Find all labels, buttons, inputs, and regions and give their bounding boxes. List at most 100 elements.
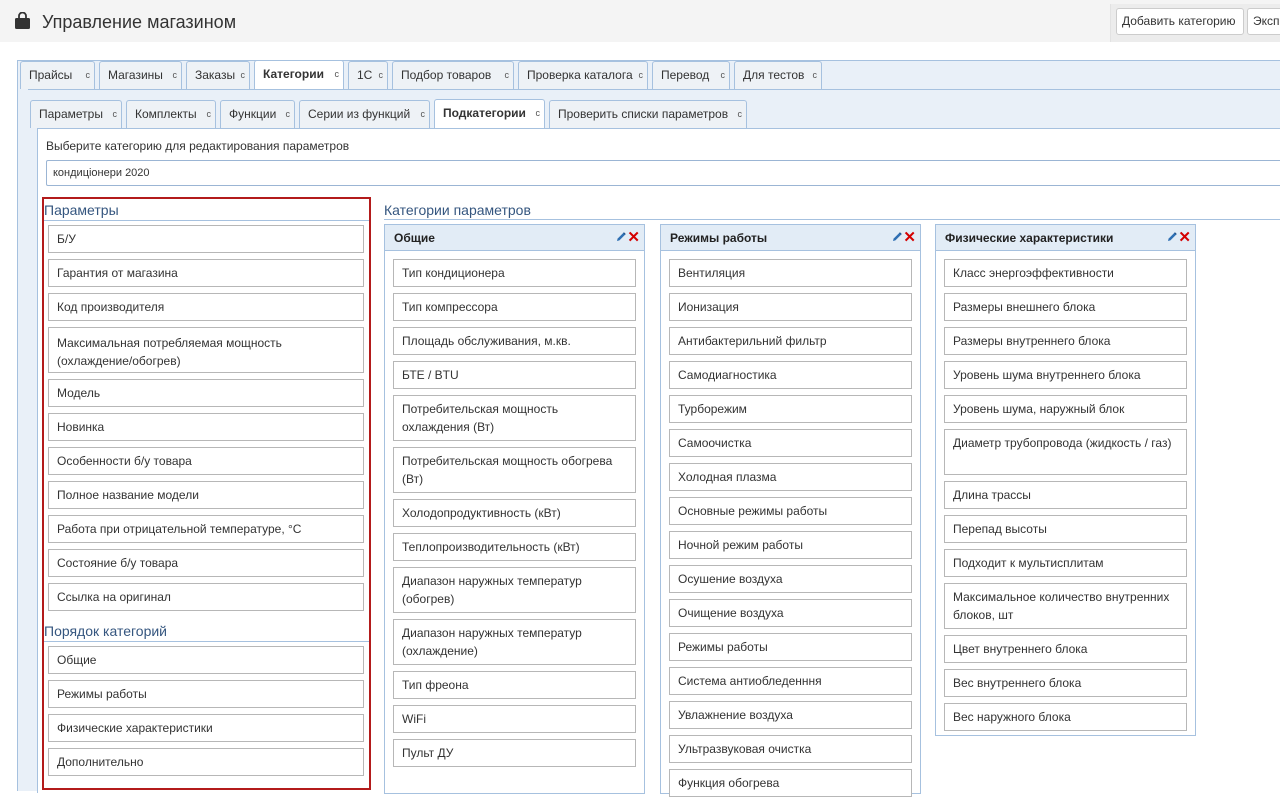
parameter-item[interactable]: Особенности б/у товара <box>48 447 364 475</box>
category-parameter-item[interactable]: Очищение воздуха <box>669 599 912 627</box>
refresh-icon[interactable]: c <box>639 62 644 88</box>
refresh-icon[interactable]: c <box>813 62 818 88</box>
sub-tab-параметры[interactable]: Параметры c <box>30 100 122 128</box>
category-parameter-item[interactable]: Основные режимы работы <box>669 497 912 525</box>
main-tab-1c[interactable]: 1C c <box>348 61 388 89</box>
category-parameter-item[interactable]: Диапазон наружных температур (обогрев) <box>393 567 636 613</box>
category-parameter-item[interactable]: Тип фреона <box>393 671 636 699</box>
refresh-icon[interactable]: c <box>421 101 426 127</box>
category-parameter-item[interactable]: Класс энергоэффективности <box>944 259 1187 287</box>
refresh-icon[interactable]: c <box>113 101 118 127</box>
main-tab-label: Перевод <box>661 68 710 82</box>
sub-tab-проверить-списки-параметров[interactable]: Проверить списки параметров c <box>549 100 747 128</box>
category-parameter-item[interactable]: Вес внутреннего блока <box>944 669 1187 697</box>
sub-tab-подкатегории[interactable]: Подкатегории c <box>434 99 545 129</box>
category-parameter-item[interactable]: Вентиляция <box>669 259 912 287</box>
category-parameter-item[interactable]: Потребительская мощность обогрева (Вт) <box>393 447 636 493</box>
parameter-item[interactable]: Б/У <box>48 225 364 253</box>
category-parameter-item[interactable]: Ночной режим работы <box>669 531 912 559</box>
parameter-item[interactable]: Новинка <box>48 413 364 441</box>
category-parameter-item[interactable]: Ионизация <box>669 293 912 321</box>
category-parameter-item[interactable]: Осушение воздуха <box>669 565 912 593</box>
sub-tab-серии-из-функций[interactable]: Серии из функций c <box>299 100 430 128</box>
category-parameter-item[interactable]: Ультразвуковая очистка <box>669 735 912 763</box>
category-parameter-item[interactable]: Теплопроизводительность (кВт) <box>393 533 636 561</box>
edit-pencil-icon[interactable] <box>1166 231 1178 243</box>
refresh-icon[interactable]: c <box>241 62 246 88</box>
category-parameter-item[interactable]: Уровень шума, наружный блок <box>944 395 1187 423</box>
category-parameter-item[interactable]: Площадь обслуживания, м.кв. <box>393 327 636 355</box>
parameter-item[interactable]: Работа при отрицательной температуре, °C <box>48 515 364 543</box>
category-parameter-item[interactable]: Размеры внешнего блока <box>944 293 1187 321</box>
main-tab-перевод[interactable]: Перевод c <box>652 61 730 89</box>
category-order-item[interactable]: Физические характеристики <box>48 714 364 742</box>
category-parameter-item[interactable]: Самоочистка <box>669 429 912 457</box>
main-tab-проверка-каталога[interactable]: Проверка каталога c <box>518 61 648 89</box>
refresh-icon[interactable]: c <box>286 101 291 127</box>
category-order-item[interactable]: Дополнительно <box>48 748 364 776</box>
edit-pencil-icon[interactable] <box>615 231 627 243</box>
category-parameter-item[interactable]: Турборежим <box>669 395 912 423</box>
delete-x-icon[interactable]: ✕ <box>903 225 916 251</box>
main-tab-магазины[interactable]: Магазины c <box>99 61 182 89</box>
category-parameter-item[interactable]: Уровень шума внутреннего блока <box>944 361 1187 389</box>
category-order-item[interactable]: Общие <box>48 646 364 674</box>
edit-pencil-icon[interactable] <box>891 231 903 243</box>
category-parameter-item[interactable]: Холодная плазма <box>669 463 912 491</box>
category-parameter-item[interactable]: Максимальное количество внутренних блоко… <box>944 583 1187 629</box>
delete-x-icon[interactable]: ✕ <box>627 225 640 251</box>
refresh-icon[interactable]: c <box>738 101 743 127</box>
category-parameter-item[interactable]: Длина трассы <box>944 481 1187 509</box>
sub-tab-label: Серии из функций <box>308 107 411 121</box>
parameter-item[interactable]: Полное название модели <box>48 481 364 509</box>
category-parameter-item[interactable]: Увлажнение воздуха <box>669 701 912 729</box>
refresh-icon[interactable]: c <box>505 62 510 88</box>
category-parameter-item[interactable]: Тип компрессора <box>393 293 636 321</box>
category-select[interactable]: кондиціонери 2020 <box>46 160 1280 186</box>
export-button[interactable]: Экспорт <box>1247 8 1280 35</box>
parameter-item[interactable]: Ссылка на оригинал <box>48 583 364 611</box>
category-parameter-item[interactable]: Система антиобледенння <box>669 667 912 695</box>
category-parameter-item[interactable]: Пульт ДУ <box>393 739 636 767</box>
refresh-icon[interactable]: c <box>536 100 541 126</box>
category-parameter-item[interactable]: WiFi <box>393 705 636 733</box>
category-column-title: Режимы работы <box>670 231 768 245</box>
category-parameter-item[interactable]: Холодопродуктивность (кВт) <box>393 499 636 527</box>
refresh-icon[interactable]: c <box>379 62 384 88</box>
sub-tab-label: Параметры <box>39 107 103 121</box>
main-tab-подбор-товаров[interactable]: Подбор товаров c <box>392 61 514 89</box>
category-parameter-item[interactable]: Диапазон наружных температур (охлаждение… <box>393 619 636 665</box>
sub-tab-комплекты[interactable]: Комплекты c <box>126 100 216 128</box>
parameter-item[interactable]: Состояние б/у товара <box>48 549 364 577</box>
refresh-icon[interactable]: c <box>335 61 340 87</box>
parameter-item[interactable]: Максимальная потребляемая мощность (охла… <box>48 327 364 373</box>
main-tab-заказы[interactable]: Заказы c <box>186 61 250 89</box>
refresh-icon[interactable]: c <box>721 62 726 88</box>
category-parameter-item[interactable]: Размеры внутреннего блока <box>944 327 1187 355</box>
category-parameter-item[interactable]: Подходит к мультисплитам <box>944 549 1187 577</box>
category-parameter-item[interactable]: БТЕ / BTU <box>393 361 636 389</box>
category-parameter-item[interactable]: Режимы работы <box>669 633 912 661</box>
refresh-icon[interactable]: c <box>207 101 212 127</box>
category-parameter-item[interactable]: Антибактерильний фильтр <box>669 327 912 355</box>
category-parameter-item[interactable]: Цвет внутреннего блока <box>944 635 1187 663</box>
parameter-item[interactable]: Гарантия от магазина <box>48 259 364 287</box>
category-parameter-item[interactable]: Потребительская мощность охлаждения (Вт) <box>393 395 636 441</box>
parameter-item[interactable]: Модель <box>48 379 364 407</box>
category-parameter-item[interactable]: Перепад высоты <box>944 515 1187 543</box>
category-parameter-item[interactable]: Диаметр трубопровода (жидкость / газ) <box>944 429 1187 475</box>
sub-tab-функции[interactable]: Функции c <box>220 100 295 128</box>
category-parameter-item[interactable]: Функция обогрева <box>669 769 912 797</box>
main-tab-прайсы[interactable]: Прайсы c <box>20 61 95 89</box>
category-order-item[interactable]: Режимы работы <box>48 680 364 708</box>
add-category-button[interactable]: Добавить категорию <box>1116 8 1244 35</box>
category-parameter-item[interactable]: Самодиагностика <box>669 361 912 389</box>
category-parameter-item[interactable]: Тип кондиционера <box>393 259 636 287</box>
main-tab-для-тестов[interactable]: Для тестов c <box>734 61 822 89</box>
refresh-icon[interactable]: c <box>173 62 178 88</box>
delete-x-icon[interactable]: ✕ <box>1178 225 1191 251</box>
parameter-item[interactable]: Код производителя <box>48 293 364 321</box>
main-tab-категории[interactable]: Категории c <box>254 60 344 90</box>
refresh-icon[interactable]: c <box>86 62 91 88</box>
category-parameter-item[interactable]: Вес наружного блока <box>944 703 1187 731</box>
